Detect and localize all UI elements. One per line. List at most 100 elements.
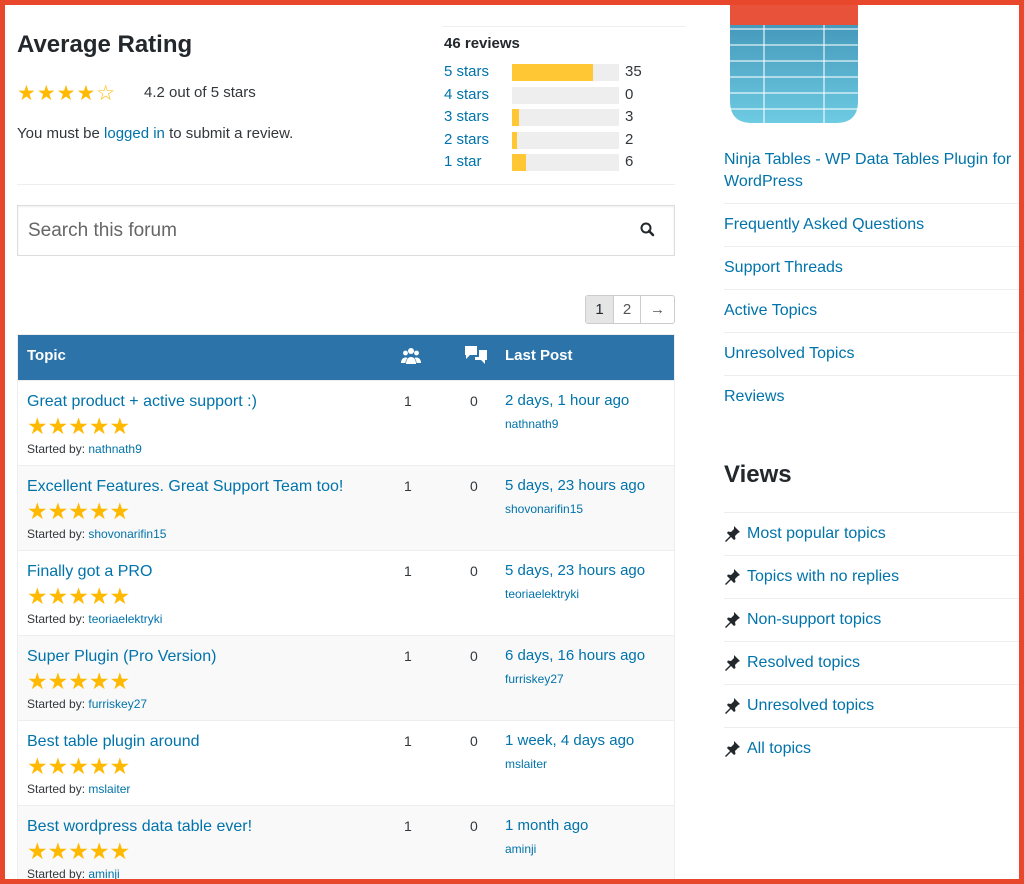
pagination: 1 2 → (585, 295, 675, 324)
view-item: Unresolved topics (724, 684, 1019, 727)
table-row: Excellent Features. Great Support Team t… (18, 465, 674, 550)
posts-count: 0 (470, 648, 478, 664)
login-link[interactable]: logged in (104, 125, 165, 142)
voices-count: 1 (404, 478, 412, 494)
last-post-user-link[interactable]: mslaiter (505, 757, 547, 771)
rating-count: 6 (625, 153, 634, 170)
topic-starter: Started by: aminji (27, 867, 120, 879)
table-row: Great product + active support :) ★★★★★ St… (18, 380, 674, 465)
topic-title-link[interactable]: Super Plugin (Pro Version) (27, 648, 216, 666)
sidebar-link[interactable]: Frequently Asked Questions (724, 214, 1019, 247)
voices-count: 1 (404, 733, 412, 749)
posts-count: 0 (470, 563, 478, 579)
last-post-user-link[interactable]: furriskey27 (505, 672, 564, 686)
sidebar-link[interactable]: Support Threads (724, 257, 1019, 290)
topic-starter: Started by: mslaiter (27, 782, 131, 796)
table-row: Finally got a PRO ★★★★★ Started by: teoria… (18, 550, 674, 635)
voices-icon (401, 346, 421, 370)
author-link[interactable]: teoriaelektryki (88, 612, 162, 626)
topic-rating-stars: ★★★★★ (27, 498, 131, 524)
rating-count: 2 (625, 131, 634, 148)
last-post-link[interactable]: 1 week, 4 days ago (505, 732, 634, 749)
rating-filter-link[interactable]: 3 stars (444, 108, 504, 125)
sidebar-link[interactable]: Active Topics (724, 300, 1019, 333)
table-body: Great product + active support :) ★★★★★ St… (18, 380, 674, 879)
topic-title-link[interactable]: Best wordpress data table ever! (27, 818, 252, 836)
last-post-link[interactable]: 5 days, 23 hours ago (505, 562, 645, 579)
rating-bar (512, 64, 619, 81)
pin-icon (724, 697, 741, 714)
rating-bar-fill (512, 132, 517, 149)
next-page-button[interactable]: → (640, 296, 674, 323)
rating-bar (512, 109, 619, 126)
rating-count: 3 (625, 108, 634, 125)
view-item: Non-support topics (724, 598, 1019, 641)
last-post-user-link[interactable]: teoriaelektryki (505, 587, 579, 601)
view-link[interactable]: Topics with no replies (747, 568, 899, 586)
pin-icon (724, 740, 741, 757)
last-post-link[interactable]: 5 days, 23 hours ago (505, 477, 645, 494)
view-link[interactable]: Most popular topics (747, 525, 886, 543)
author-link[interactable]: furriskey27 (88, 697, 147, 711)
topics-table: Topic Last Post Great product + active s… (17, 334, 675, 879)
pin-icon (724, 654, 741, 671)
forum-search (17, 205, 675, 256)
search-input[interactable] (18, 206, 598, 255)
topic-starter: Started by: nathnath9 (27, 442, 142, 456)
topic-starter: Started by: teoriaelektryki (27, 612, 163, 626)
view-link[interactable]: Resolved topics (747, 654, 860, 672)
rating-filter-link[interactable]: 5 stars (444, 63, 504, 80)
rating-filter-link[interactable]: 2 stars (444, 131, 504, 148)
plugin-name-link[interactable]: Ninja Tables - WP Data Tables Plugin for… (724, 149, 1019, 204)
page-frame: Average Rating ★★★★☆ 4.2 out of 5 stars … (5, 5, 1019, 879)
posts-count: 0 (470, 478, 478, 494)
topic-title-link[interactable]: Excellent Features. Great Support Team t… (27, 478, 343, 496)
login-notice: You must be logged in to submit a review… (17, 125, 294, 142)
rating-count: 0 (625, 86, 634, 103)
search-icon[interactable] (638, 220, 658, 240)
topic-starter: Started by: furriskey27 (27, 697, 148, 711)
topic-title-link[interactable]: Great product + active support :) (27, 393, 257, 411)
rating-bar-fill (512, 154, 526, 171)
column-topic: Topic (27, 347, 66, 364)
rating-bar-fill (512, 109, 519, 126)
last-post-link[interactable]: 6 days, 16 hours ago (505, 647, 645, 664)
view-link[interactable]: All topics (747, 740, 811, 758)
topic-title-link[interactable]: Best table plugin around (27, 733, 200, 751)
topic-starter: Started by: shovonarifin15 (27, 527, 167, 541)
column-last-post: Last Post (505, 347, 573, 364)
author-link[interactable]: aminji (88, 867, 119, 879)
last-post-user-link[interactable]: shovonarifin15 (505, 502, 583, 516)
page-2-button[interactable]: 2 (613, 296, 640, 323)
author-link[interactable]: shovonarifin15 (88, 527, 166, 541)
voices-count: 1 (404, 563, 412, 579)
last-post-user-link[interactable]: aminji (505, 842, 536, 856)
topic-rating-stars: ★★★★★ (27, 413, 131, 439)
author-link[interactable]: mslaiter (88, 782, 130, 796)
author-link[interactable]: nathnath9 (88, 442, 141, 456)
rating-filter-link[interactable]: 1 star (444, 153, 504, 170)
sidebar-link[interactable]: Unresolved Topics (724, 343, 1019, 376)
views-title: Views (724, 461, 792, 488)
view-link[interactable]: Non-support topics (747, 611, 881, 629)
pin-icon (724, 525, 741, 542)
topic-rating-stars: ★★★★★ (27, 668, 131, 694)
rating-filter-link[interactable]: 4 stars (444, 86, 504, 103)
sidebar-link[interactable]: Reviews (724, 386, 1019, 418)
divider (17, 184, 675, 185)
divider (443, 26, 685, 27)
posts-count: 0 (470, 733, 478, 749)
view-link[interactable]: Unresolved topics (747, 697, 874, 715)
last-post-link[interactable]: 2 days, 1 hour ago (505, 392, 629, 409)
topic-rating-stars: ★★★★★ (27, 838, 131, 864)
topic-title-link[interactable]: Finally got a PRO (27, 563, 152, 581)
reviews-count: 46 reviews (444, 35, 520, 52)
view-item: Topics with no replies (724, 555, 1019, 598)
page-1-button[interactable]: 1 (586, 296, 613, 323)
average-rating-title: Average Rating (17, 31, 193, 58)
last-post-user-link[interactable]: nathnath9 (505, 417, 558, 431)
last-post-link[interactable]: 1 month ago (505, 817, 588, 834)
plugin-table-icon[interactable] (730, 5, 858, 123)
rating-bar (512, 87, 619, 104)
rating-bar (512, 154, 619, 171)
